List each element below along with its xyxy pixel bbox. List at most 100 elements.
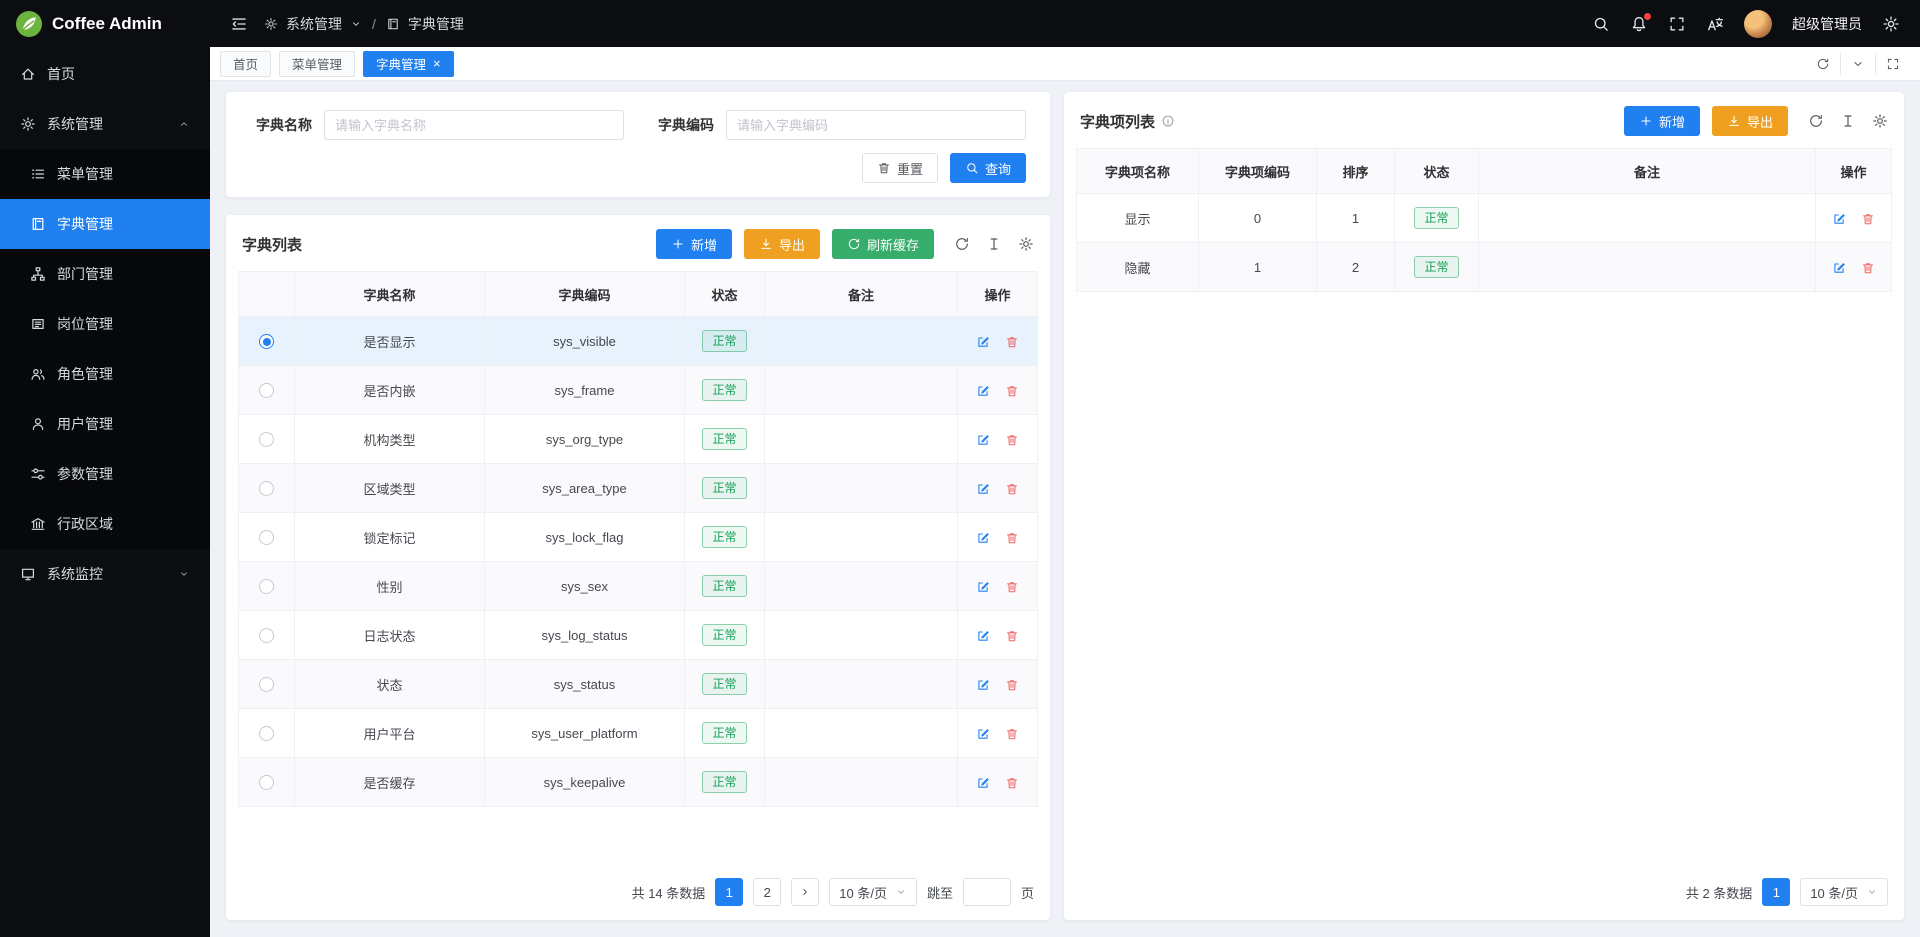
refresh-page-button[interactable] [1806, 53, 1840, 75]
dict-code-input[interactable] [726, 110, 1026, 140]
close-tab-icon[interactable]: × [433, 57, 441, 70]
search-icon[interactable] [1592, 15, 1610, 33]
sidebar-item-menu-mgmt[interactable]: 菜单管理 [0, 149, 210, 199]
next-page-button[interactable] [791, 878, 819, 906]
row-radio[interactable] [259, 481, 274, 496]
edit-icon[interactable] [1832, 261, 1846, 275]
delete-icon[interactable] [1005, 580, 1019, 594]
edit-icon[interactable] [976, 433, 990, 447]
sidebar-item-system-monitor[interactable]: 系统监控 [0, 549, 210, 599]
sidebar-item-region-mgmt[interactable]: 行政区域 [0, 499, 210, 549]
username[interactable]: 超级管理员 [1792, 14, 1862, 34]
edit-icon[interactable] [976, 531, 990, 545]
user-avatar[interactable] [1744, 10, 1772, 38]
delete-icon[interactable] [1005, 384, 1019, 398]
refresh-cache-button[interactable]: 刷新缓存 [832, 229, 934, 259]
reset-button[interactable]: 重置 [862, 153, 938, 183]
dict-row[interactable]: 是否内嵌 sys_frame 正常 [239, 366, 1038, 415]
delete-icon[interactable] [1005, 335, 1019, 349]
row-radio[interactable] [259, 432, 274, 447]
jump-page-input[interactable] [963, 878, 1011, 906]
sidebar-item-param-mgmt[interactable]: 参数管理 [0, 449, 210, 499]
dict-row[interactable]: 状态 sys_status 正常 [239, 660, 1038, 709]
row-radio[interactable] [259, 383, 274, 398]
row-radio[interactable] [259, 579, 274, 594]
add-dict-item-button[interactable]: 新增 [1624, 106, 1700, 136]
page-1-button[interactable]: 1 [715, 878, 743, 906]
sidebar-item-user-mgmt[interactable]: 用户管理 [0, 399, 210, 449]
tab-home[interactable]: 首页 [220, 51, 271, 77]
row-radio[interactable] [259, 530, 274, 545]
dict-row[interactable]: 性别 sys_sex 正常 [239, 562, 1038, 611]
text-cursor-icon[interactable] [986, 236, 1002, 252]
edit-icon[interactable] [976, 580, 990, 594]
edit-icon[interactable] [976, 776, 990, 790]
dict-item-row[interactable]: 隐藏 1 2 正常 [1077, 243, 1892, 292]
tabbar: 首页 菜单管理 字典管理 × [210, 47, 1920, 81]
dict-row[interactable]: 是否显示 sys_visible 正常 [239, 317, 1038, 366]
top-header: 系统管理 / 字典管理 超级管理员 [210, 0, 1920, 47]
sidebar-item-dict-mgmt[interactable]: 字典管理 [0, 199, 210, 249]
delete-icon[interactable] [1005, 678, 1019, 692]
monitor-icon [20, 566, 36, 582]
breadcrumb-system[interactable]: 系统管理 [286, 14, 342, 34]
add-dict-button[interactable]: 新增 [656, 229, 732, 259]
page-1-button[interactable]: 1 [1762, 878, 1790, 906]
edit-icon[interactable] [976, 678, 990, 692]
edit-icon[interactable] [976, 384, 990, 398]
sidebar-item-system-mgmt[interactable]: 系统管理 [0, 99, 210, 149]
delete-icon[interactable] [1861, 212, 1875, 226]
tabbar-tools [1806, 53, 1910, 75]
sidebar-item-role-mgmt[interactable]: 角色管理 [0, 349, 210, 399]
fullscreen-icon[interactable] [1668, 15, 1686, 33]
chevron-down-icon [1851, 57, 1865, 71]
query-button[interactable]: 查询 [950, 153, 1026, 183]
notifications-button[interactable] [1630, 15, 1648, 33]
page-2-button[interactable]: 2 [753, 878, 781, 906]
dict-row[interactable]: 是否缓存 sys_keepalive 正常 [239, 758, 1038, 807]
tab-actions-dropdown[interactable] [1840, 53, 1875, 75]
dict-row[interactable]: 日志状态 sys_log_status 正常 [239, 611, 1038, 660]
edit-icon[interactable] [976, 335, 990, 349]
text-cursor-icon[interactable] [1840, 113, 1856, 129]
delete-icon[interactable] [1861, 261, 1875, 275]
dict-row[interactable]: 区域类型 sys_area_type 正常 [239, 464, 1038, 513]
column-settings-icon[interactable] [1018, 236, 1034, 252]
delete-icon[interactable] [1005, 727, 1019, 741]
dict-row[interactable]: 用户平台 sys_user_platform 正常 [239, 709, 1038, 758]
edit-icon[interactable] [1832, 212, 1846, 226]
sidebar-item-post-mgmt[interactable]: 岗位管理 [0, 299, 210, 349]
row-radio[interactable] [259, 677, 274, 692]
delete-icon[interactable] [1005, 629, 1019, 643]
refresh-icon[interactable] [1808, 113, 1824, 129]
dict-row[interactable]: 机构类型 sys_org_type 正常 [239, 415, 1038, 464]
collapse-sidebar-icon[interactable] [230, 15, 248, 33]
tab-menu-mgmt[interactable]: 菜单管理 [279, 51, 355, 77]
export-dict-items-button[interactable]: 导出 [1712, 106, 1788, 136]
tab-dict-mgmt[interactable]: 字典管理 × [363, 51, 454, 77]
edit-icon[interactable] [976, 629, 990, 643]
export-dict-button[interactable]: 导出 [744, 229, 820, 259]
delete-icon[interactable] [1005, 531, 1019, 545]
delete-icon[interactable] [1005, 433, 1019, 447]
refresh-icon[interactable] [954, 236, 970, 252]
sidebar-item-home[interactable]: 首页 [0, 49, 210, 99]
page-size-select[interactable]: 10 条/页 [1800, 878, 1888, 906]
edit-icon[interactable] [976, 482, 990, 496]
sidebar-item-dept-mgmt[interactable]: 部门管理 [0, 249, 210, 299]
delete-icon[interactable] [1005, 482, 1019, 496]
row-radio[interactable] [259, 628, 274, 643]
page-size-select[interactable]: 10 条/页 [829, 878, 917, 906]
translate-icon[interactable] [1706, 15, 1724, 33]
edit-icon[interactable] [976, 727, 990, 741]
column-settings-icon[interactable] [1872, 113, 1888, 129]
dict-name-input[interactable] [324, 110, 624, 140]
delete-icon[interactable] [1005, 776, 1019, 790]
row-radio[interactable] [259, 726, 274, 741]
row-radio[interactable] [259, 334, 274, 349]
dict-item-row[interactable]: 显示 0 1 正常 [1077, 194, 1892, 243]
settings-icon[interactable] [1882, 15, 1900, 33]
row-radio[interactable] [259, 775, 274, 790]
content-fullscreen-button[interactable] [1875, 53, 1910, 75]
dict-row[interactable]: 锁定标记 sys_lock_flag 正常 [239, 513, 1038, 562]
